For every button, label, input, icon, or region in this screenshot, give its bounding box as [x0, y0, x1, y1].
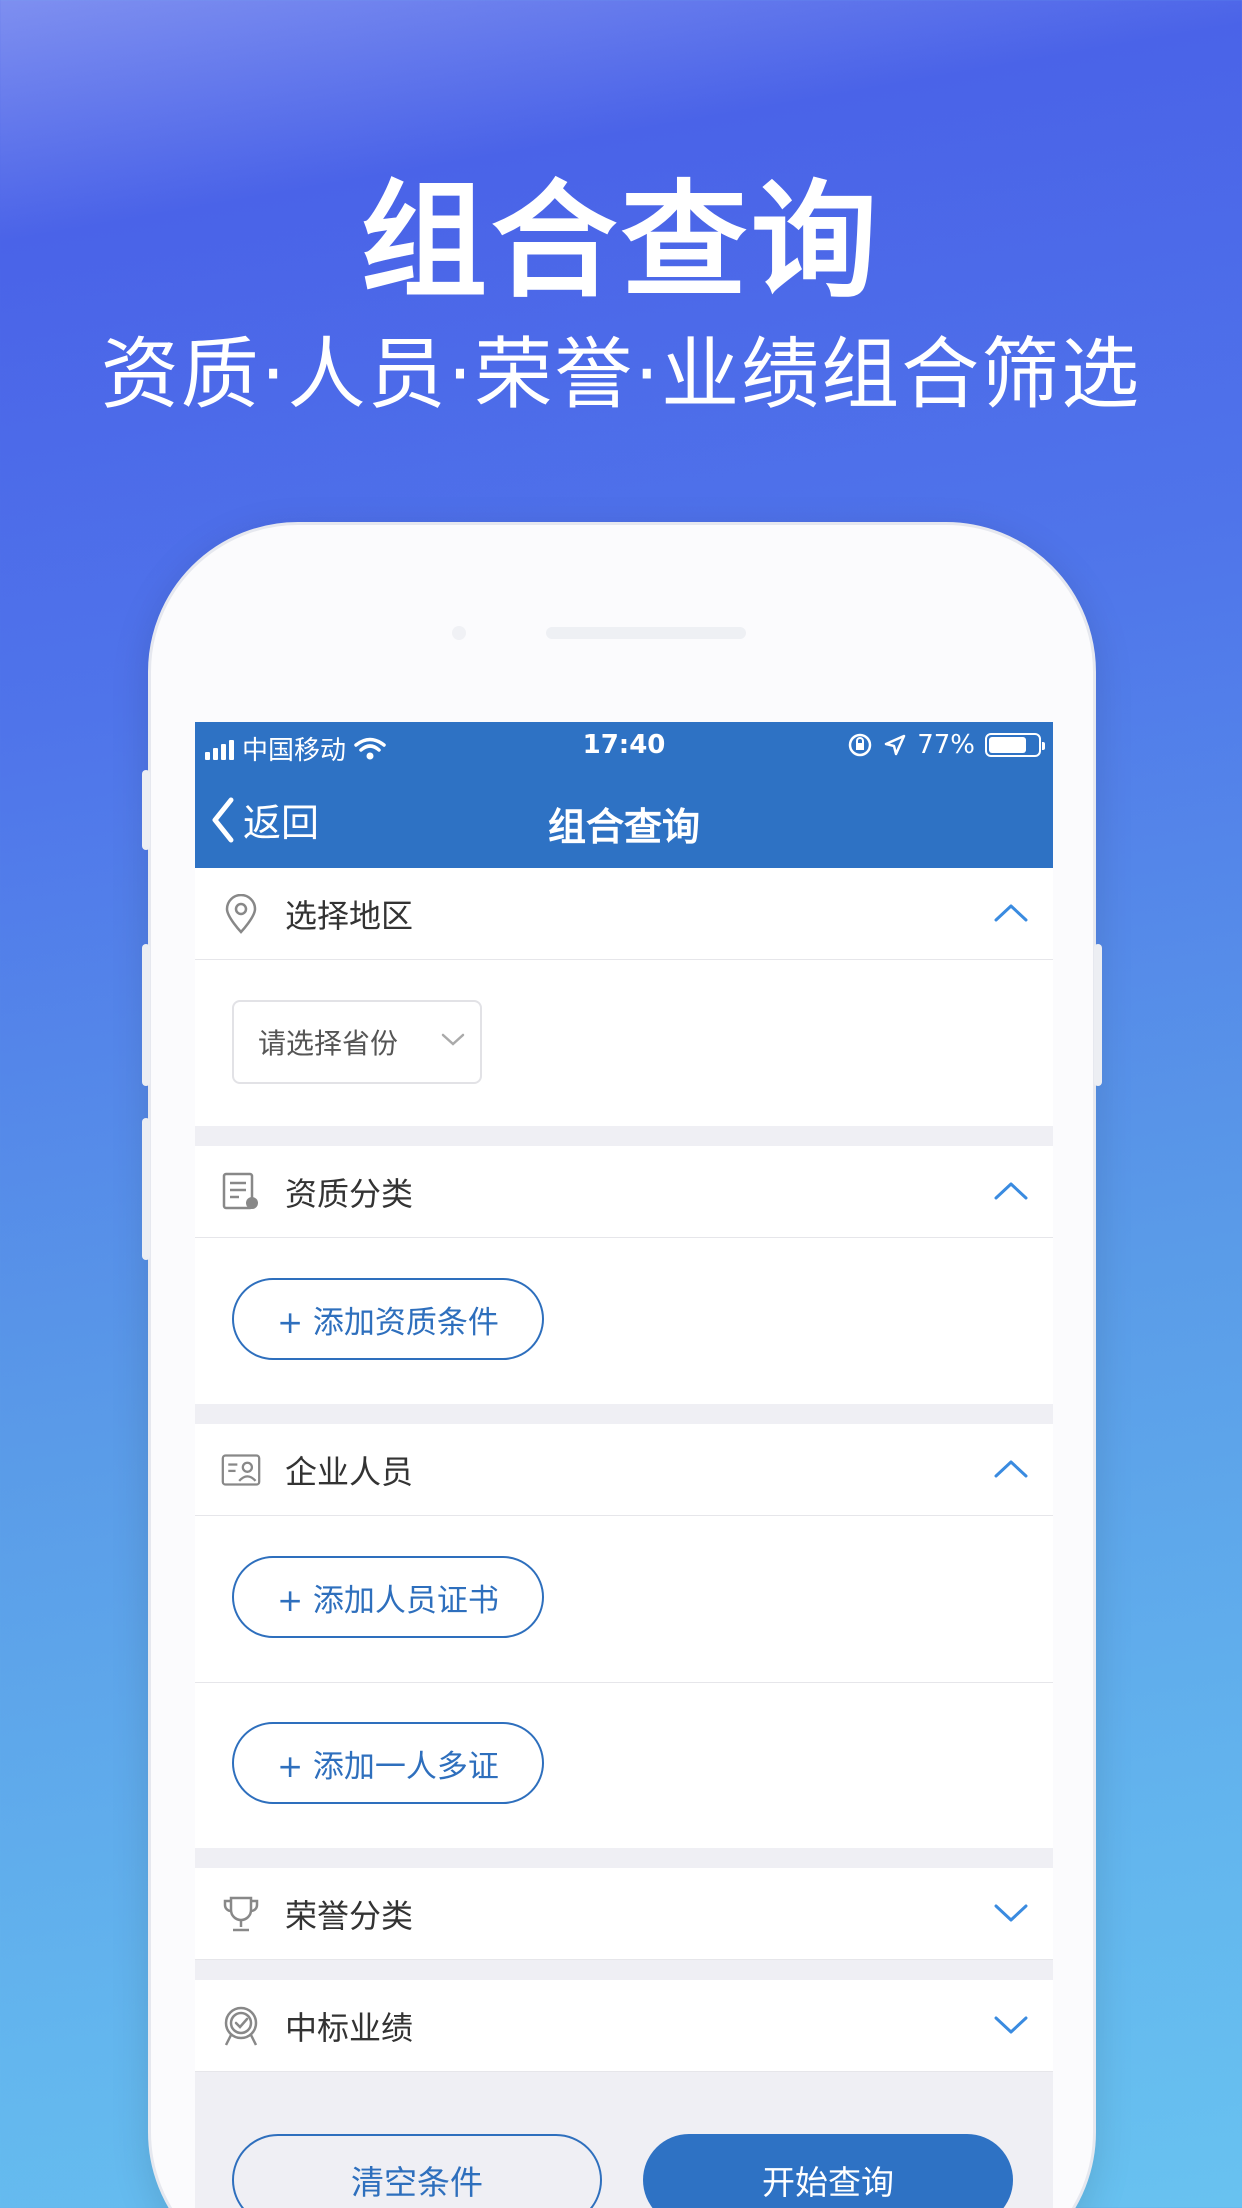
- section-header-region[interactable]: 选择地区: [195, 868, 1053, 960]
- nav-bar: 返回 组合查询: [195, 772, 1053, 868]
- battery-fill: [989, 737, 1026, 753]
- battery-percent: 77%: [917, 730, 975, 760]
- section-label-personnel: 企业人员: [285, 1452, 414, 1491]
- section-label-performance: 中标业绩: [285, 2008, 414, 2047]
- certificate-icon: [221, 1172, 261, 1212]
- section-header-performance[interactable]: 中标业绩: [195, 1980, 1053, 2072]
- hero-subtitle: 资质·人员·荣誉·业绩组合筛选: [100, 330, 1142, 420]
- chevron-down-icon[interactable]: [993, 1898, 1029, 1928]
- chevron-up-icon[interactable]: [993, 1176, 1029, 1206]
- phone-mute-switch: [142, 770, 150, 850]
- battery-icon: [985, 733, 1045, 757]
- section-label-region: 选择地区: [285, 896, 414, 935]
- chevron-up-icon[interactable]: [993, 1454, 1029, 1484]
- award-badge-icon: [221, 2006, 261, 2046]
- front-camera: [452, 626, 466, 640]
- chevron-up-icon[interactable]: [993, 898, 1029, 928]
- section-gap: [195, 1848, 1053, 1868]
- status-right: 77%: [847, 730, 1045, 760]
- section-header-personnel[interactable]: 企业人员: [195, 1424, 1053, 1516]
- province-placeholder: 请选择省份: [258, 1027, 399, 1060]
- rotation-lock-icon: [848, 733, 872, 757]
- section-body-personnel: + 添加人员证书 + 添加一人多证: [195, 1516, 1053, 1848]
- start-query-button[interactable]: 开始查询: [643, 2134, 1013, 2208]
- earpiece-speaker: [546, 627, 746, 639]
- section-header-qualification[interactable]: 资质分类: [195, 1146, 1053, 1238]
- page-title: 组合查询: [547, 805, 700, 849]
- section-gap: [195, 1126, 1053, 1146]
- add-personnel-cert-button[interactable]: + 添加人员证书: [232, 1556, 544, 1638]
- status-bar: 中国移动 17:40 77%: [195, 722, 1053, 772]
- phone-power-button: [1094, 944, 1102, 1086]
- section-body-qualification: + 添加资质条件: [195, 1238, 1053, 1404]
- section-label-honor: 荣誉分类: [285, 1896, 414, 1935]
- phone-volume-up: [142, 944, 150, 1086]
- section-label-qualification: 资质分类: [285, 1174, 414, 1213]
- clear-conditions-button[interactable]: 清空条件: [232, 2134, 602, 2208]
- phone-volume-down: [142, 1118, 150, 1260]
- location-arrow-icon: [884, 734, 906, 756]
- id-card-icon: [221, 1450, 261, 1490]
- add-multi-cert-button[interactable]: + 添加一人多证: [232, 1722, 544, 1804]
- location-pin-icon: [221, 893, 261, 934]
- section-body-region: 请选择省份: [195, 960, 1053, 1126]
- section-header-honor[interactable]: 荣誉分类: [195, 1868, 1053, 1960]
- section-gap: [195, 1960, 1053, 1980]
- section-gap: [195, 1404, 1053, 1424]
- phone-screen: 中国移动 17:40 77% 返回 组合查询 选择地区 请选择省份 资质分类 +…: [195, 722, 1053, 2208]
- divider: [195, 1682, 1053, 1683]
- chevron-down-icon: [441, 1033, 465, 1046]
- chevron-down-icon[interactable]: [993, 2010, 1029, 2040]
- province-select[interactable]: 请选择省份: [232, 1000, 482, 1084]
- bottom-action-bar: 清空条件 开始查询: [195, 2072, 1053, 2208]
- add-qualification-button[interactable]: + 添加资质条件: [232, 1278, 544, 1360]
- trophy-icon: [221, 1894, 261, 1934]
- hero-title: 组合查询: [361, 168, 881, 315]
